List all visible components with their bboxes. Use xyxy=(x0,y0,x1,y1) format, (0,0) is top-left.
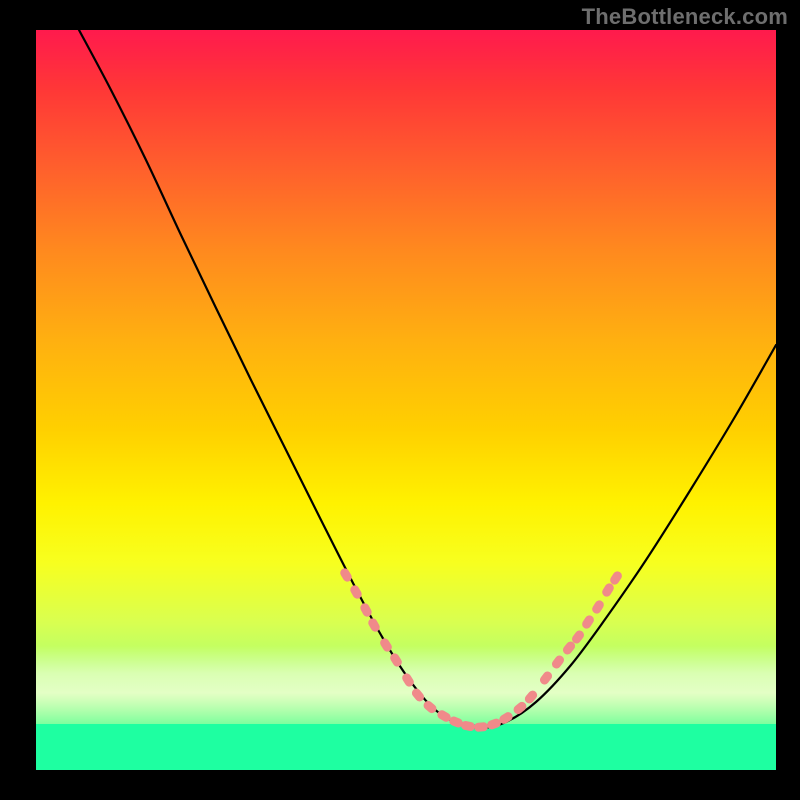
marker-capsule xyxy=(474,722,489,732)
marker-capsule xyxy=(378,637,393,654)
watermark-text: TheBottleneck.com xyxy=(582,4,788,30)
highlight-markers xyxy=(36,30,776,770)
marker-capsule xyxy=(550,654,566,671)
marker-capsule xyxy=(388,652,403,669)
chart-plot-area xyxy=(36,30,776,770)
marker-capsule xyxy=(590,599,605,616)
marker-capsule xyxy=(538,670,554,687)
marker-capsule xyxy=(349,584,364,601)
marker-capsule xyxy=(339,567,354,584)
marker-capsule xyxy=(400,672,415,689)
marker-capsule xyxy=(580,614,595,631)
marker-capsule xyxy=(359,602,374,619)
marker-capsule xyxy=(367,617,382,634)
marker-capsule xyxy=(512,700,529,716)
marker-capsule xyxy=(422,699,439,715)
marker-capsule xyxy=(410,687,426,704)
marker-capsule xyxy=(523,689,539,705)
